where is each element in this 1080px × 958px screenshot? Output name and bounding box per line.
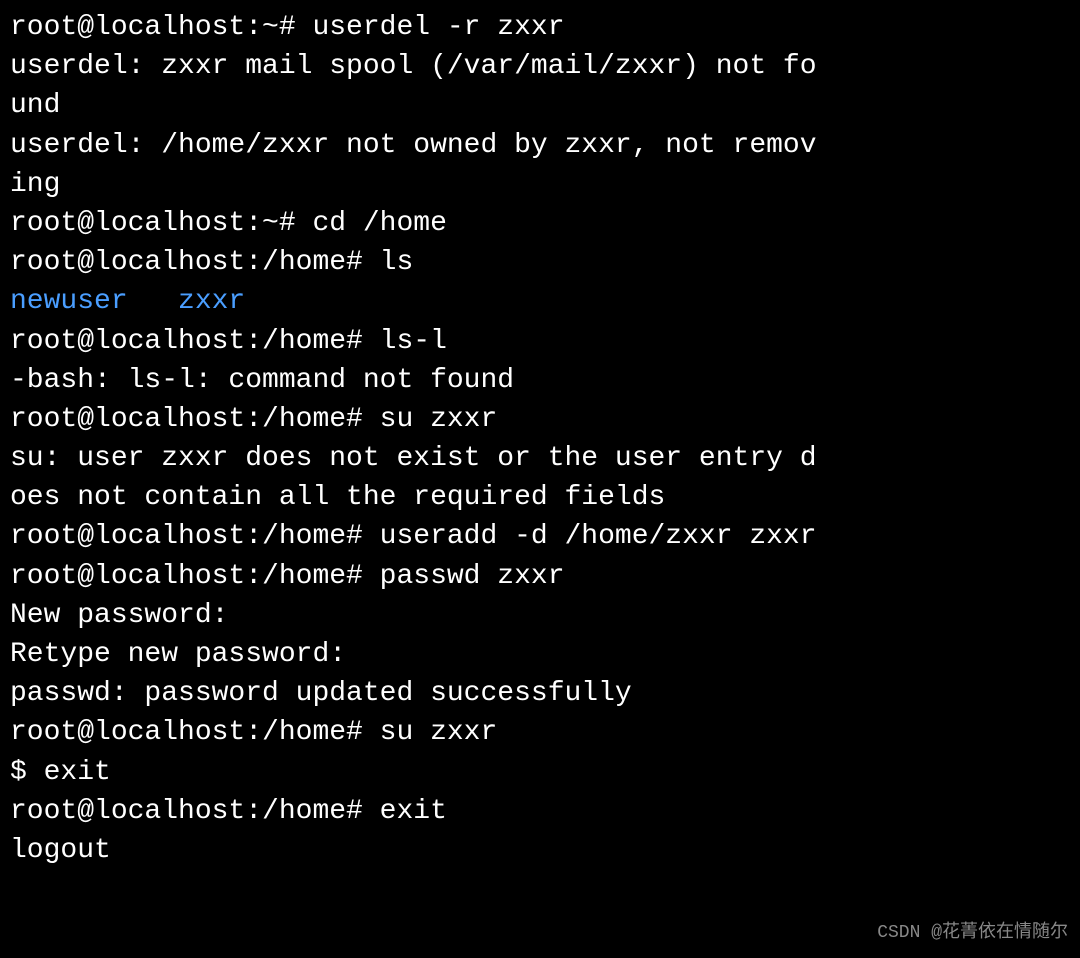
terminal-line: Retype new password:	[10, 635, 1070, 674]
terminal-line: root@localhost:/home# ls	[10, 243, 1070, 282]
terminal-window: root@localhost:~# userdel -r zxxruserdel…	[0, 0, 1080, 958]
terminal-line: root@localhost:/home# exit	[10, 792, 1070, 831]
terminal-line: userdel: /home/zxxr not owned by zxxr, n…	[10, 126, 1070, 165]
terminal-line: su: user zxxr does not exist or the user…	[10, 439, 1070, 478]
watermark: CSDN @花菁依在情随尔	[877, 921, 1068, 946]
terminal-line: userdel: zxxr mail spool (/var/mail/zxxr…	[10, 47, 1070, 86]
terminal-line: root@localhost:~# userdel -r zxxr	[10, 8, 1070, 47]
terminal-line: root@localhost:/home# ls-l	[10, 322, 1070, 361]
terminal-line: -bash: ls-l: command not found	[10, 361, 1070, 400]
terminal-line: root@localhost:/home# su zxxr	[10, 400, 1070, 439]
terminal-line: ing	[10, 165, 1070, 204]
terminal-output: root@localhost:~# userdel -r zxxruserdel…	[10, 8, 1070, 870]
terminal-line: oes not contain all the required fields	[10, 478, 1070, 517]
terminal-line: und	[10, 86, 1070, 125]
terminal-line: logout	[10, 831, 1070, 870]
terminal-line: newuser zxxr	[10, 282, 1070, 321]
terminal-line: root@localhost:/home# passwd zxxr	[10, 557, 1070, 596]
terminal-line: New password:	[10, 596, 1070, 635]
terminal-line: root@localhost:/home# useradd -d /home/z…	[10, 517, 1070, 556]
terminal-line: root@localhost:/home# su zxxr	[10, 713, 1070, 752]
terminal-line: $ exit	[10, 753, 1070, 792]
terminal-line: passwd: password updated successfully	[10, 674, 1070, 713]
terminal-line: root@localhost:~# cd /home	[10, 204, 1070, 243]
